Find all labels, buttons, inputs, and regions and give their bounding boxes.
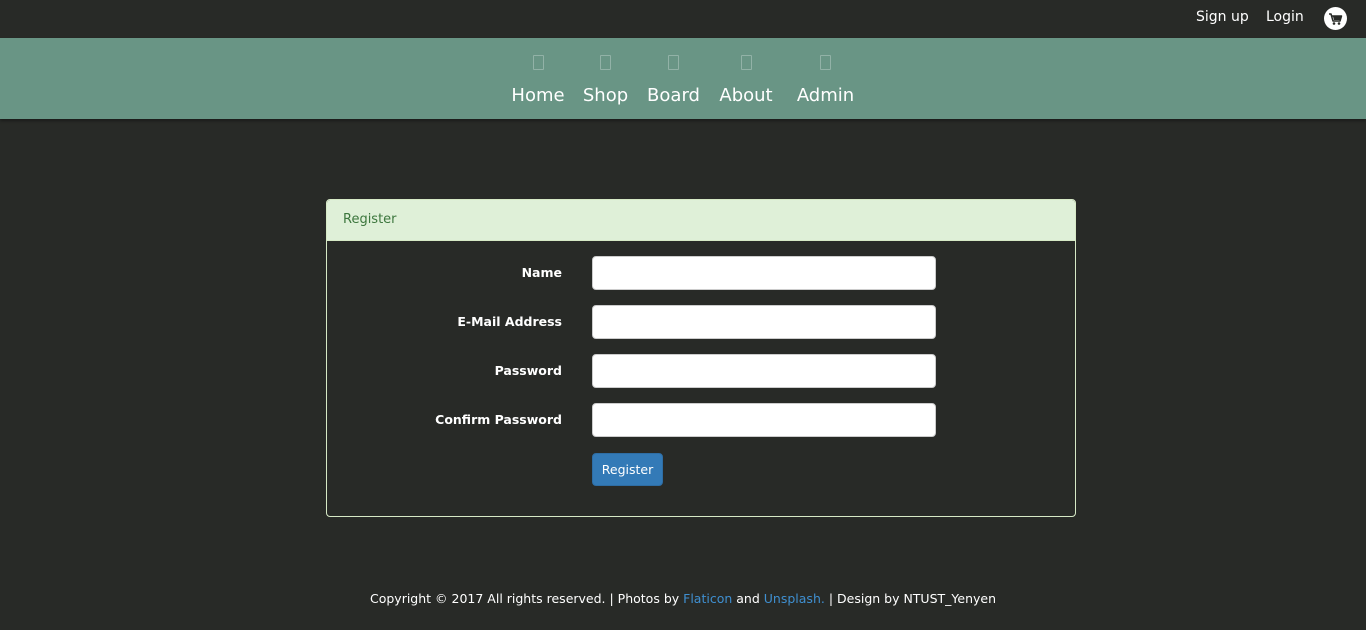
flaticon-link[interactable]: Flaticon [683,591,732,606]
about-icon [740,55,752,70]
nav-item-home[interactable]: Home [511,38,565,119]
admin-icon [820,55,831,70]
footer-design: | Design by NTUST_Yenyen [828,591,997,606]
nav-item-about[interactable]: About [719,38,773,119]
main-navbar: Home Shop Board About Admin [0,38,1366,119]
nav-item-admin[interactable]: Admin [797,38,854,119]
nav-label: Home [511,85,565,106]
register-button[interactable]: Register [592,453,663,486]
signup-link[interactable]: Sign up [1196,9,1249,25]
name-field[interactable] [592,256,936,290]
nav-item-board[interactable]: Board [647,38,700,119]
password-field[interactable] [592,354,936,388]
footer-and: and [736,591,760,606]
shopping-cart-icon[interactable] [1324,7,1347,30]
confirm-password-label: Confirm Password [435,412,562,427]
top-bar: Sign up Login [0,0,1366,38]
unsplash-link[interactable]: Unsplash. [764,591,825,606]
nav-label: About [719,85,773,106]
name-label: Name [521,265,562,280]
footer: Copyright © 2017 All rights reserved. | … [0,591,1366,606]
nav-label: Admin [796,85,855,106]
confirm-password-field[interactable] [592,403,936,437]
register-panel: Register Name E-Mail Address Password Co… [326,199,1076,517]
email-label: E-Mail Address [457,314,562,329]
nav-item-shop[interactable]: Shop [582,38,629,119]
board-icon [668,55,679,70]
email-field[interactable] [592,305,936,339]
home-icon [532,55,544,70]
nav-label: Shop [582,85,629,106]
panel-heading: Register [327,200,1075,241]
footer-copyright: Copyright © 2017 All rights reserved. | … [369,591,680,606]
nav-label: Board [647,85,700,106]
password-label: Password [494,363,562,378]
shop-icon [600,55,611,70]
login-link[interactable]: Login [1266,9,1304,25]
